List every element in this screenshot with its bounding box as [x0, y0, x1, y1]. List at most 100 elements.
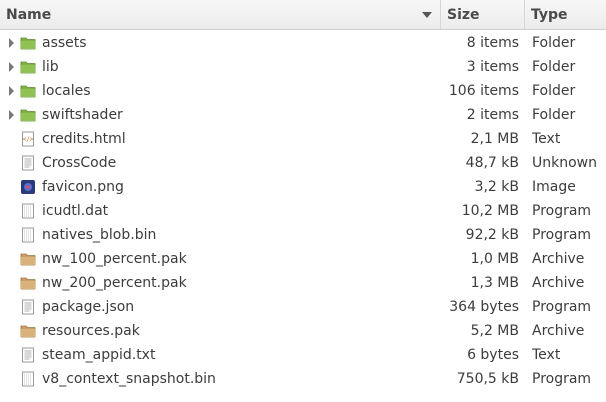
name-cell: natives_blob.bin: [0, 227, 441, 243]
archive-file-icon: [20, 275, 36, 291]
file-row[interactable]: nw_200_percent.pak 1,3 MB Archive: [0, 271, 606, 295]
file-size: 3,2 kB: [474, 179, 519, 195]
binary-file-icon: [20, 203, 36, 219]
folder-green-icon: [20, 83, 36, 99]
file-name: package.json: [42, 299, 135, 315]
name-cell: CrossCode: [0, 155, 441, 171]
type-column-header[interactable]: Type: [525, 0, 606, 29]
file-row[interactable]: CrossCode 48,7 kB Unknown: [0, 151, 606, 175]
file-row[interactable]: favicon.png 3,2 kB Image: [0, 175, 606, 199]
file-type: Folder: [532, 35, 576, 51]
file-size: 10,2 MB: [461, 203, 519, 219]
name-cell: </> credits.html: [0, 131, 441, 147]
file-row[interactable]: package.json 364 bytes Program: [0, 295, 606, 319]
file-size: 364 bytes: [449, 299, 519, 315]
file-name: swiftshader: [42, 107, 123, 123]
file-type: Program: [532, 371, 592, 387]
file-name: nw_200_percent.pak: [42, 275, 187, 291]
archive-file-icon: [20, 251, 36, 267]
file-type: Folder: [532, 59, 576, 75]
file-name: CrossCode: [42, 155, 117, 171]
file-size: 92,2 kB: [465, 227, 519, 243]
name-cell: favicon.png: [0, 179, 441, 195]
file-type: Folder: [532, 83, 576, 99]
column-header-bar: Name Size Type: [0, 0, 606, 30]
file-type: Archive: [532, 323, 585, 339]
file-row[interactable]: nw_100_percent.pak 1,0 MB Archive: [0, 247, 606, 271]
file-size: 750,5 kB: [456, 371, 519, 387]
file-list-view: Name Size Type assets 8 items Folder lib 3 i…: [0, 0, 606, 402]
file-name: favicon.png: [42, 179, 124, 195]
file-name: assets: [42, 35, 87, 51]
binary-file-icon: [20, 371, 36, 387]
name-column-header[interactable]: Name: [0, 0, 441, 29]
file-type: Program: [532, 203, 592, 219]
file-size: 6 bytes: [467, 347, 519, 363]
file-type: Folder: [532, 107, 576, 123]
file-row[interactable]: resources.pak 5,2 MB Archive: [0, 319, 606, 343]
file-type: Program: [532, 227, 592, 243]
expand-arrow-icon[interactable]: [7, 109, 15, 121]
html-file-icon: </>: [20, 131, 36, 147]
name-cell: swiftshader: [0, 107, 441, 123]
file-type: Archive: [532, 251, 585, 267]
name-cell: nw_100_percent.pak: [0, 251, 441, 267]
file-name: v8_context_snapshot.bin: [42, 371, 216, 387]
file-row[interactable]: v8_context_snapshot.bin 750,5 kB Program: [0, 367, 606, 391]
file-size: 2,1 MB: [470, 131, 519, 147]
file-row[interactable]: assets 8 items Folder: [0, 31, 606, 55]
file-type: Text: [532, 347, 561, 363]
file-name: steam_appid.txt: [42, 347, 156, 363]
file-row[interactable]: locales 106 items Folder: [0, 79, 606, 103]
file-name: locales: [42, 83, 91, 99]
file-size: 48,7 kB: [465, 155, 519, 171]
name-cell: package.json: [0, 299, 441, 315]
file-type: Image: [532, 179, 576, 195]
text-file-icon: [20, 299, 36, 315]
file-type: Program: [532, 299, 592, 315]
file-size: 5,2 MB: [470, 323, 519, 339]
file-row[interactable]: swiftshader 2 items Folder: [0, 103, 606, 127]
file-type: Text: [532, 131, 561, 147]
file-name: credits.html: [42, 131, 126, 147]
size-column-header[interactable]: Size: [441, 0, 525, 29]
binary-file-icon: [20, 227, 36, 243]
image-file-icon: [20, 179, 36, 195]
file-row[interactable]: </> credits.html 2,1 MB Text: [0, 127, 606, 151]
file-type: Unknown: [532, 155, 597, 171]
file-row[interactable]: steam_appid.txt 6 bytes Text: [0, 343, 606, 367]
expand-arrow-icon[interactable]: [7, 37, 15, 49]
file-rows: assets 8 items Folder lib 3 items Folder local…: [0, 31, 606, 391]
type-column-label: Type: [531, 6, 568, 23]
archive-file-icon: [20, 323, 36, 339]
file-row[interactable]: lib 3 items Folder: [0, 55, 606, 79]
file-size: 1,0 MB: [470, 251, 519, 267]
file-name: icudtl.dat: [42, 203, 109, 219]
file-size: 3 items: [466, 59, 519, 75]
file-type: Archive: [532, 275, 585, 291]
name-cell: resources.pak: [0, 323, 441, 339]
folder-green-icon: [20, 59, 36, 75]
svg-text:</>: </>: [23, 136, 34, 143]
file-size: 2 items: [466, 107, 519, 123]
name-cell: steam_appid.txt: [0, 347, 441, 363]
file-row[interactable]: natives_blob.bin 92,2 kB Program: [0, 223, 606, 247]
file-row[interactable]: icudtl.dat 10,2 MB Program: [0, 199, 606, 223]
expand-arrow-icon[interactable]: [7, 61, 15, 73]
expand-arrow-icon[interactable]: [7, 85, 15, 97]
folder-green-icon: [20, 35, 36, 51]
name-cell: v8_context_snapshot.bin: [0, 371, 441, 387]
file-name: lib: [42, 59, 59, 75]
name-cell: icudtl.dat: [0, 203, 441, 219]
name-cell: nw_200_percent.pak: [0, 275, 441, 291]
